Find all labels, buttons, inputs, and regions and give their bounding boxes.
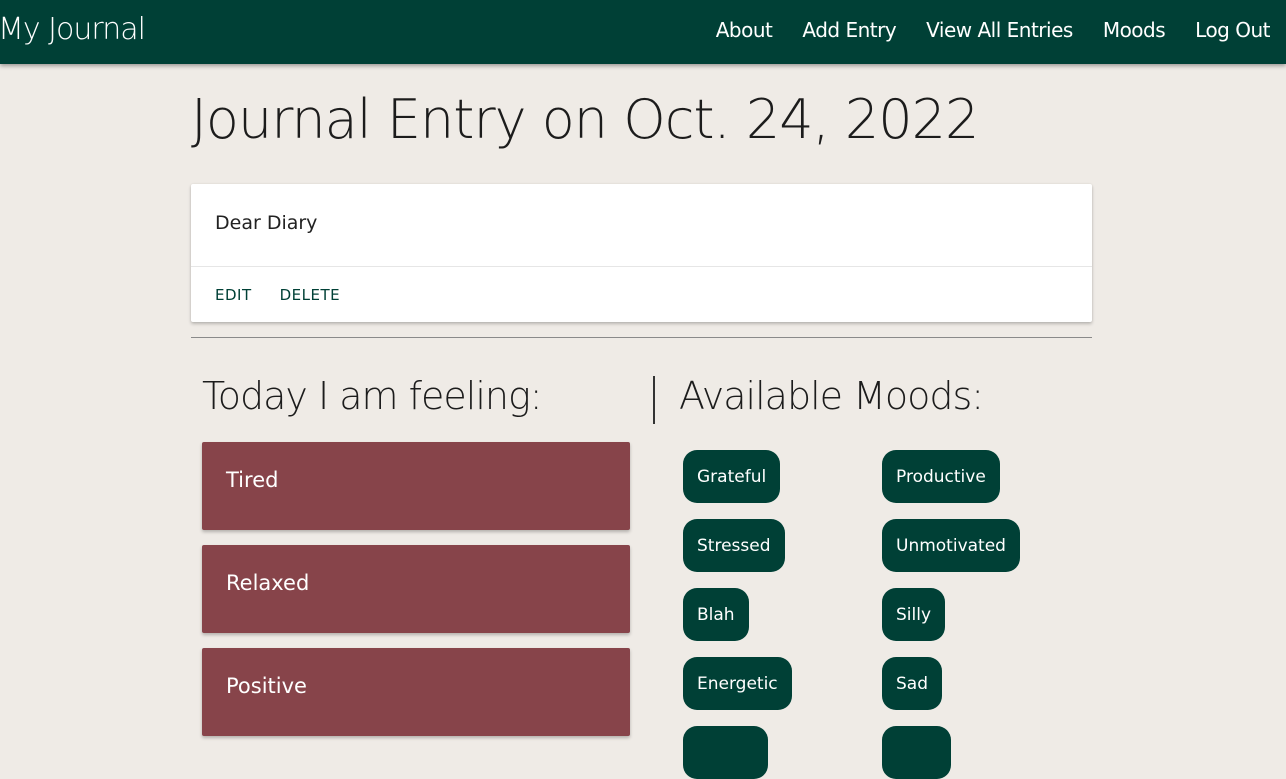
entry-card: Dear Diary EDIT DELETE [191,184,1092,322]
available-moods-title: Available Moods: [679,374,984,418]
feeling-card-positive[interactable]: Positive [202,648,630,736]
mood-chip-unmotivated[interactable]: Unmotivated [882,519,1020,572]
mood-chip-stressed[interactable]: Stressed [683,519,785,572]
mood-chip-partial[interactable] [683,726,768,779]
nav-view-all-entries-link[interactable]: View All Entries [926,18,1073,42]
navbar: My Journal About Add Entry View All Entr… [0,0,1286,64]
nav-links: About Add Entry View All Entries Moods L… [716,18,1271,42]
nav-log-out-link[interactable]: Log Out [1195,18,1270,42]
section-divider [191,337,1092,338]
entry-body: Dear Diary [191,184,1092,267]
mood-chip-energetic[interactable]: Energetic [683,657,792,710]
nav-add-entry-link[interactable]: Add Entry [802,18,896,42]
column-divider [653,376,655,424]
edit-button[interactable]: EDIT [215,286,252,304]
mood-chip-partial[interactable] [882,726,951,779]
feeling-card-tired[interactable]: Tired [202,442,630,530]
mood-chip-blah[interactable]: Blah [683,588,749,641]
mood-chip-productive[interactable]: Productive [882,450,1000,503]
feeling-title: Today I am feeling: [202,374,543,418]
mood-chip-grateful[interactable]: Grateful [683,450,781,503]
nav-moods-link[interactable]: Moods [1103,18,1166,42]
mood-chip-silly[interactable]: Silly [882,588,946,641]
entry-actions: EDIT DELETE [191,267,1092,304]
feeling-card-relaxed[interactable]: Relaxed [202,545,630,633]
page-title: Journal Entry on Oct. 24, 2022 [191,88,979,151]
brand-link[interactable]: My Journal [0,12,146,47]
delete-button[interactable]: DELETE [280,286,341,304]
mood-chip-sad[interactable]: Sad [882,657,942,710]
nav-about-link[interactable]: About [716,18,773,42]
